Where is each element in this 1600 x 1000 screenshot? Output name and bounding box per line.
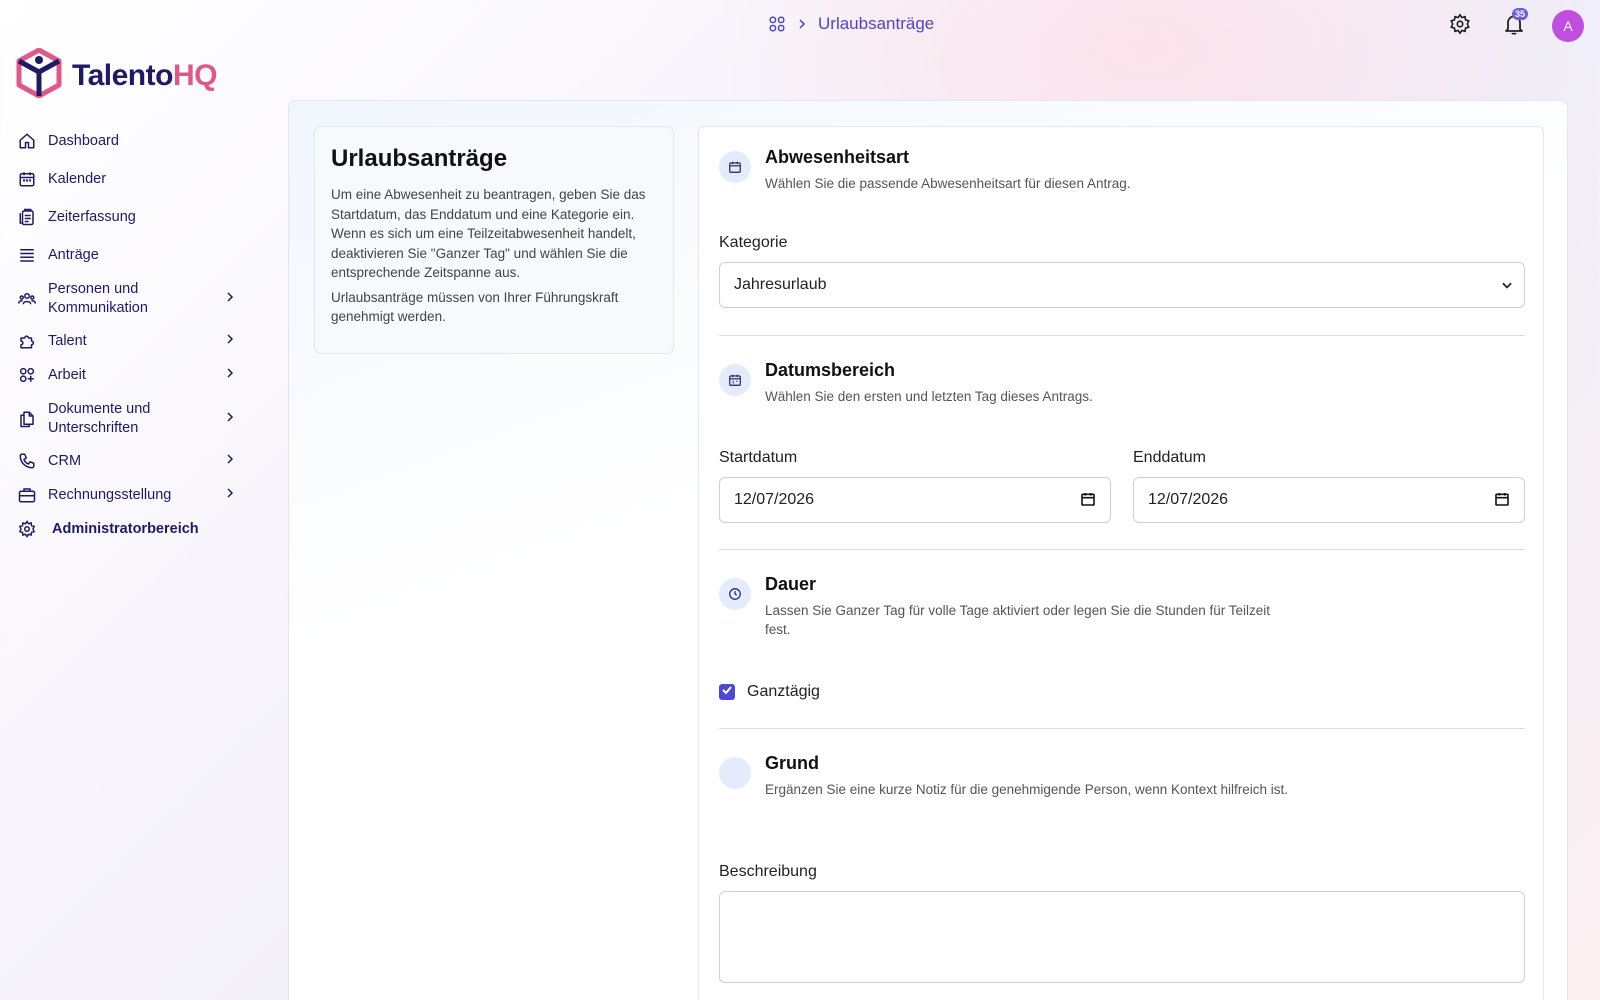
divider bbox=[719, 728, 1525, 729]
full-day-label[interactable]: Ganztägig bbox=[747, 683, 820, 701]
notifications-button[interactable]: 35 bbox=[1498, 8, 1530, 42]
chevron-right-icon bbox=[224, 333, 236, 349]
end-date-input[interactable]: 12/07/2026 bbox=[1133, 477, 1525, 523]
section-title: Datumsbereich bbox=[765, 360, 896, 380]
chevron-right-icon bbox=[796, 18, 808, 30]
full-day-row: Ganztägig bbox=[719, 683, 1525, 701]
gear-icon bbox=[16, 518, 38, 540]
start-date-label: Startdatum bbox=[719, 449, 798, 466]
divider bbox=[719, 549, 1525, 550]
start-date-input[interactable]: 12/07/2026 bbox=[719, 477, 1111, 523]
sidebar: TalentoHQ Dashboard Kalender Zeiterfassu… bbox=[0, 0, 285, 1000]
sidebar-item-rechnungsstellung[interactable]: Rechnungsstellung bbox=[16, 478, 246, 512]
topbar-actions: 35 A bbox=[1444, 8, 1584, 42]
topbar: Urlaubsanträge 35 A bbox=[0, 0, 1600, 52]
logo-text: TalentoHQ bbox=[72, 58, 217, 92]
sidebar-item-personen[interactable]: Personen und Kommunikation bbox=[16, 276, 246, 322]
calendar-picker-icon[interactable] bbox=[1494, 491, 1510, 512]
checkmark-icon bbox=[721, 683, 733, 701]
sidebar-item-administratorbereich[interactable]: Administratorbereich bbox=[16, 512, 246, 546]
chevron-right-icon bbox=[224, 411, 236, 427]
calendar-icon bbox=[719, 151, 751, 183]
info-paragraph: Um eine Abwesenheit zu beantragen, geben… bbox=[331, 187, 646, 280]
apps-grid-icon[interactable] bbox=[768, 15, 786, 33]
request-form: Abwesenheitsart Wählen Sie die passende … bbox=[698, 126, 1544, 1000]
apps-icon bbox=[16, 364, 38, 386]
users-icon bbox=[16, 288, 38, 310]
section-title: Dauer bbox=[765, 574, 817, 594]
start-date-field: Startdatum 12/07/2026 bbox=[719, 449, 1111, 523]
puzzle-icon bbox=[16, 330, 38, 352]
notification-count-badge: 35 bbox=[1511, 8, 1528, 20]
date-fields: Startdatum 12/07/2026 Enddatum 12/07/202… bbox=[719, 449, 1525, 523]
category-label: Kategorie bbox=[719, 234, 788, 251]
chevron-right-icon bbox=[224, 453, 236, 469]
section-reason: Grund Ergänzen Sie eine kurze Notiz für … bbox=[719, 753, 1525, 799]
chevron-right-icon bbox=[224, 291, 236, 307]
sidebar-item-kalender[interactable]: Kalender bbox=[16, 162, 246, 196]
category-selected-value: Jahresurlaub bbox=[734, 276, 827, 293]
info-card: Urlaubsanträge Um eine Abwesenheit zu be… bbox=[314, 126, 674, 354]
section-absence-type: Abwesenheitsart Wählen Sie die passende … bbox=[719, 147, 1525, 193]
section-description: Wählen Sie den ersten und letzten Tag di… bbox=[765, 389, 1093, 404]
breadcrumb-current[interactable]: Urlaubsanträge bbox=[818, 14, 934, 34]
logo[interactable]: TalentoHQ bbox=[16, 47, 217, 103]
description-field: Beschreibung bbox=[719, 863, 1525, 983]
section-title: Grund bbox=[765, 753, 819, 773]
sidebar-item-dashboard[interactable]: Dashboard bbox=[16, 124, 246, 158]
breadcrumb: Urlaubsanträge bbox=[768, 14, 934, 34]
sidebar-item-crm[interactable]: CRM bbox=[16, 444, 246, 478]
start-date-value: 12/07/2026 bbox=[734, 491, 815, 508]
sidebar-item-arbeit[interactable]: Arbeit bbox=[16, 358, 246, 392]
note-icon bbox=[719, 757, 751, 789]
info-approval-note: Urlaubsanträge müssen von Ihrer Führungs… bbox=[331, 289, 619, 325]
documents-icon bbox=[16, 408, 38, 430]
section-description: Lassen Sie Ganzer Tag für volle Tage akt… bbox=[765, 603, 1271, 637]
end-date-value: 12/07/2026 bbox=[1148, 491, 1229, 508]
main-panel: Urlaubsanträge Um eine Abwesenheit zu be… bbox=[288, 100, 1568, 1000]
home-icon bbox=[16, 130, 38, 152]
end-date-label: Enddatum bbox=[1133, 449, 1206, 466]
section-title: Abwesenheitsart bbox=[765, 147, 910, 167]
avatar[interactable]: A bbox=[1552, 10, 1584, 42]
gear-icon bbox=[1449, 12, 1471, 40]
chevron-right-icon bbox=[224, 367, 236, 383]
briefcase-icon bbox=[16, 484, 38, 506]
chevron-down-icon bbox=[1500, 278, 1514, 297]
section-description: Ergänzen Sie eine kurze Notiz für die ge… bbox=[765, 782, 1289, 797]
section-duration: Dauer Lassen Sie Ganzer Tag für volle Ta… bbox=[719, 574, 1525, 639]
section-description: Wählen Sie die passende Abwesenheitsart … bbox=[765, 176, 1131, 191]
chevron-right-icon bbox=[224, 487, 236, 503]
page-title: Urlaubsanträge bbox=[331, 145, 508, 172]
sidebar-item-zeiterfassung[interactable]: Zeiterfassung bbox=[16, 200, 246, 234]
category-select[interactable]: Jahresurlaub bbox=[719, 262, 1525, 308]
stack-icon bbox=[16, 244, 38, 266]
description-label: Beschreibung bbox=[719, 863, 817, 880]
sidebar-item-dokumente[interactable]: Dokumente und Unterschriften bbox=[16, 396, 246, 442]
section-date-range: Datumsbereich Wählen Sie den ersten und … bbox=[719, 360, 1525, 406]
end-date-field: Enddatum 12/07/2026 bbox=[1133, 449, 1525, 523]
description-textarea[interactable] bbox=[719, 891, 1525, 983]
calendar-picker-icon[interactable] bbox=[1080, 491, 1096, 512]
phone-icon bbox=[16, 450, 38, 472]
calendar-icon bbox=[16, 168, 38, 190]
clipboard-icon bbox=[16, 206, 38, 228]
sidebar-nav: Dashboard Kalender Zeiterfassung Anträge… bbox=[16, 124, 246, 546]
sidebar-item-talent[interactable]: Talent bbox=[16, 324, 246, 358]
divider bbox=[719, 335, 1525, 336]
sidebar-item-antraege[interactable]: Anträge bbox=[16, 238, 246, 272]
clock-icon bbox=[719, 578, 751, 610]
category-field: Kategorie Jahresurlaub bbox=[719, 234, 1525, 308]
logo-cube-icon bbox=[16, 47, 62, 103]
full-day-checkbox[interactable] bbox=[719, 684, 735, 700]
settings-button[interactable] bbox=[1444, 10, 1476, 42]
calendar-range-icon bbox=[719, 364, 751, 396]
